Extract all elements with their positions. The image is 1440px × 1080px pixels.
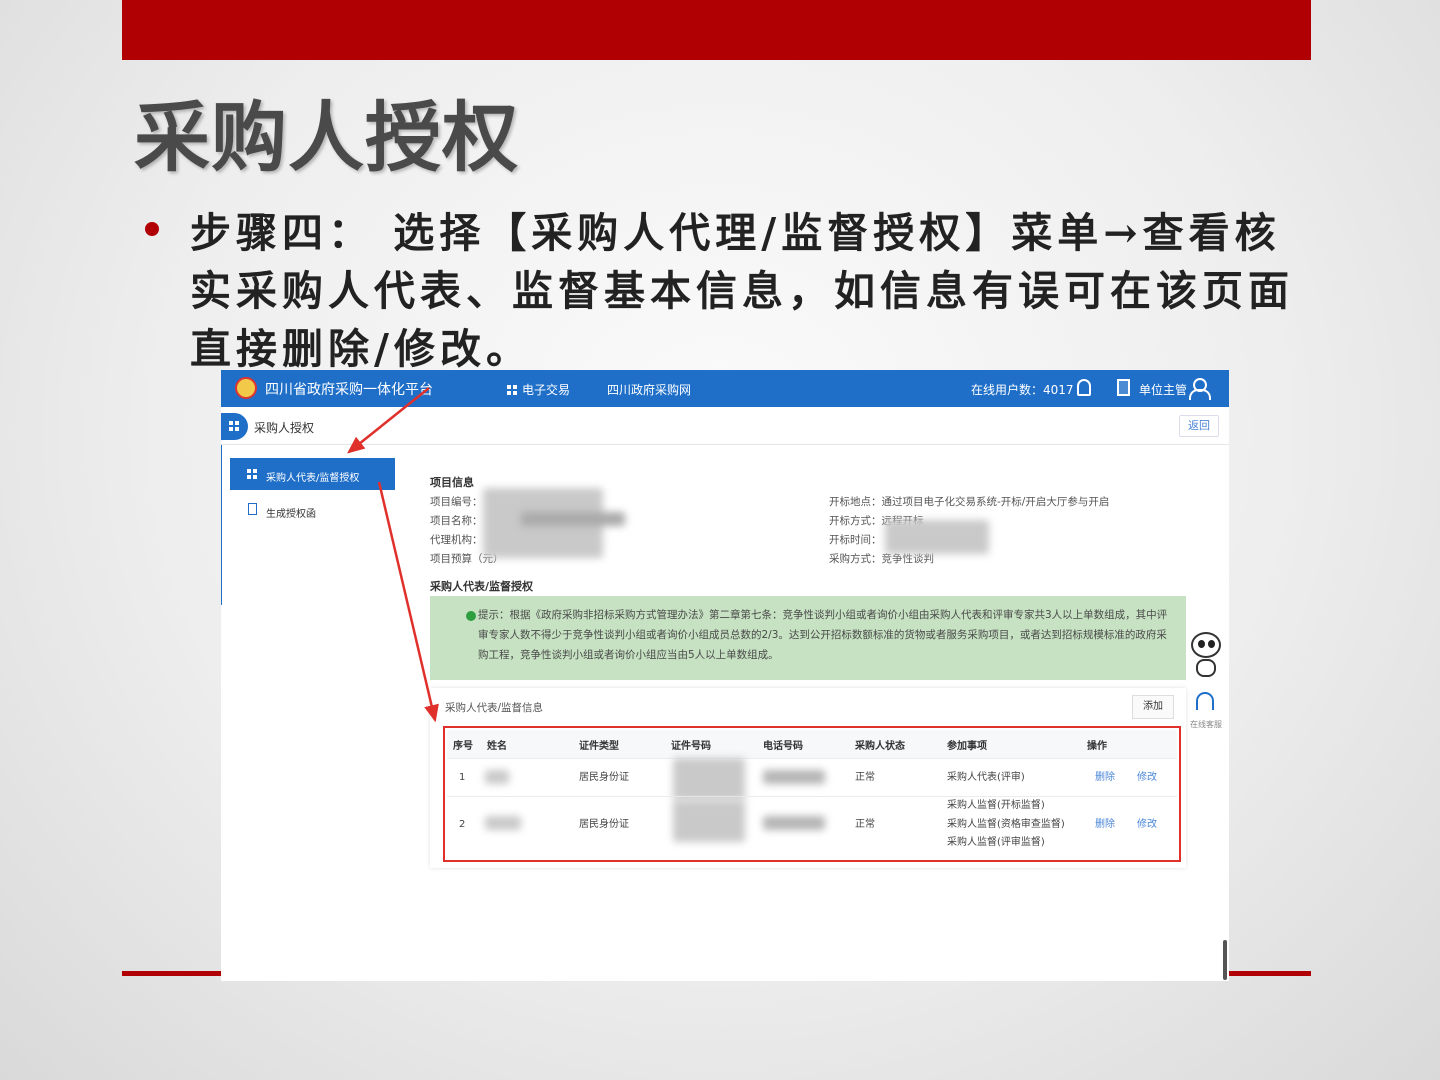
check-icon <box>466 611 476 621</box>
online-users: 在线用户数：4017 <box>971 383 1074 397</box>
bullet-text: 步骤四： 选择【采购人代理/监督授权】菜单→查看核实采购人代表、监督基本信息，如… <box>190 209 1294 373</box>
nav-procurement-site[interactable]: 四川政府采购网 <box>607 381 691 398</box>
user-icon[interactable] <box>1189 378 1211 400</box>
sidebar-item-auth[interactable]: 采购人代表/监督授权 <box>230 458 395 490</box>
page-title: 采购人授权 <box>254 421 315 435</box>
notice-box: 提示：根据《政府采购非招标采购方式管理办法》第二章第七条：竞争性谈判小组或者询价… <box>430 596 1186 680</box>
bottom-accent-line-right <box>1229 971 1311 976</box>
headset-icon[interactable] <box>1196 692 1214 710</box>
sidebar-item-label: 采购人代表/监督授权 <box>266 473 360 484</box>
notice-text: 提示：根据《政府采购非招标采购方式管理办法》第二章第七条：竞争性谈判小组或者询价… <box>478 609 1168 661</box>
add-button[interactable]: 添加 <box>1132 695 1174 719</box>
top-accent-bar <box>122 0 1311 60</box>
customer-service-label[interactable]: 在线客服 <box>1190 719 1222 730</box>
project-field: 项目名称： <box>430 515 483 527</box>
scrollbar[interactable] <box>1223 940 1227 980</box>
project-field: 代理机构： <box>430 534 483 546</box>
grid-icon <box>247 469 257 479</box>
project-field: 项目编号： <box>430 496 483 508</box>
panda-mascot-icon[interactable] <box>1191 632 1221 682</box>
bullet-dot <box>145 222 159 236</box>
page-subheader: 采购人授权 返回 <box>221 407 1229 445</box>
project-info-heading: 项目信息 <box>430 476 474 489</box>
bell-icon[interactable] <box>1077 379 1091 396</box>
grid-icon <box>507 385 517 395</box>
bottom-accent-line-left <box>122 971 222 976</box>
redacted-area <box>521 512 625 526</box>
sidebar-edge <box>221 445 222 605</box>
highlight-frame <box>443 726 1181 862</box>
nav-electronic-trading[interactable]: 电子交易 <box>507 381 570 398</box>
unit-label[interactable]: 单位主管 <box>1139 381 1187 398</box>
redacted-area <box>885 520 989 554</box>
emblem-icon <box>235 377 257 399</box>
document-icon <box>248 503 257 515</box>
auth-section-heading: 采购人代表/监督授权 <box>430 580 534 593</box>
site-name[interactable]: 四川省政府采购一体化平台 <box>265 379 433 399</box>
sidebar-item-letter[interactable]: 生成授权函 <box>230 498 395 524</box>
slide-title: 采购人授权 <box>134 93 519 182</box>
sidebar-item-label: 生成授权函 <box>266 509 316 520</box>
app-header: 四川省政府采购一体化平台 电子交易 四川政府采购网 在线用户数：4017 单位主… <box>221 370 1229 407</box>
document-icon[interactable] <box>1117 379 1130 396</box>
embedded-screenshot: 四川省政府采购一体化平台 电子交易 四川政府采购网 在线用户数：4017 单位主… <box>221 370 1229 981</box>
project-field: 开标地点：通过项目电子化交易系统-开标/开启大厅参与开启 <box>829 496 1110 508</box>
apps-icon <box>221 413 248 440</box>
list-title: 采购人代表/监督信息 <box>445 702 544 714</box>
project-field: 开标时间： <box>829 534 882 546</box>
back-button[interactable]: 返回 <box>1179 415 1219 437</box>
